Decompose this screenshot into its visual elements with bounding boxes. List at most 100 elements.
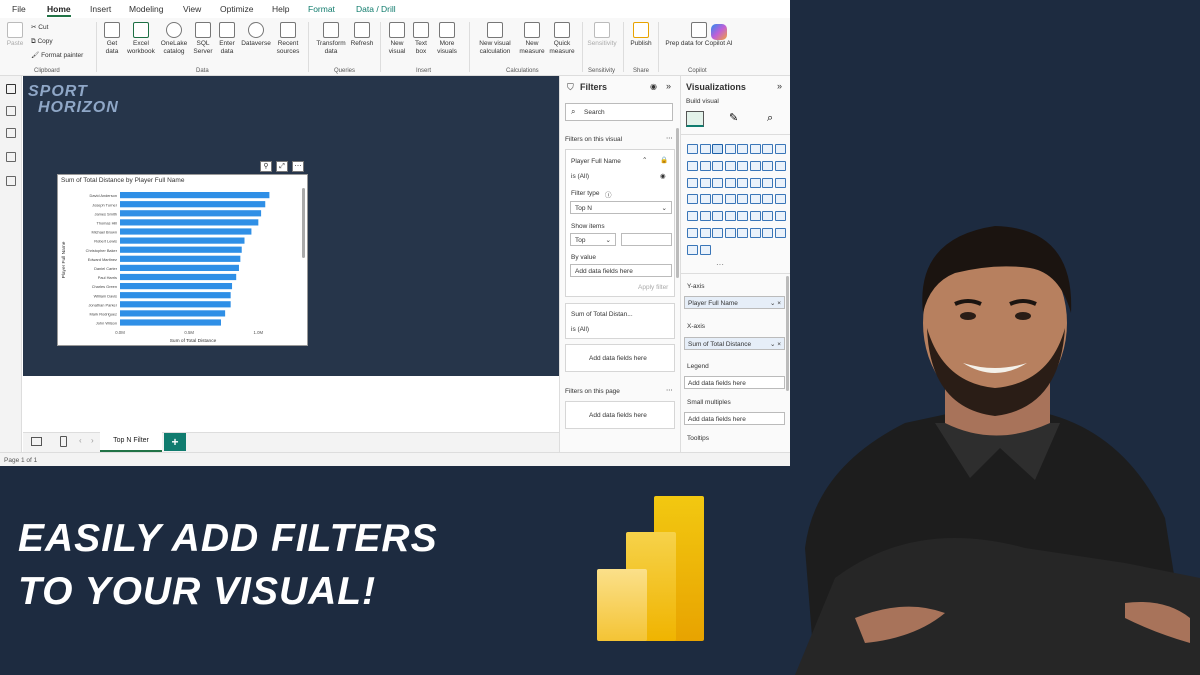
desktop-layout-icon[interactable] — [31, 437, 42, 446]
visual-type-icon[interactable] — [774, 160, 786, 171]
viz-scrollbar[interactable] — [786, 276, 789, 391]
visual-type-icon[interactable] — [687, 244, 698, 255]
visual-type-icon[interactable] — [724, 228, 736, 238]
visual-type-icon[interactable] — [774, 211, 786, 222]
visual-type-icon[interactable] — [774, 194, 786, 205]
recent-sources-button[interactable]: Recent sources — [273, 22, 303, 55]
menu-format[interactable]: Format — [308, 4, 335, 14]
analytics-tab-icon[interactable]: ⌕ — [767, 111, 781, 125]
visual-type-icon[interactable] — [749, 228, 761, 238]
visual-type-icon[interactable] — [724, 160, 736, 171]
visual-type-icon[interactable] — [687, 160, 698, 171]
refresh-button[interactable]: Refresh — [349, 22, 375, 48]
copilot-icon[interactable] — [711, 24, 727, 40]
visual-type-icon[interactable] — [774, 177, 786, 188]
mobile-layout-icon[interactable] — [60, 436, 67, 447]
menu-help[interactable]: Help — [272, 4, 289, 14]
new-visual-button[interactable]: New visual — [384, 22, 410, 55]
visual-type-icon[interactable] — [737, 160, 748, 171]
model-view-icon[interactable] — [6, 128, 16, 138]
menu-home[interactable]: Home — [47, 4, 71, 17]
bar[interactable] — [120, 228, 252, 235]
menu-insert[interactable]: Insert — [90, 4, 111, 14]
more-options-icon[interactable]: ⋯ — [666, 386, 673, 394]
filters-search-input[interactable]: ⌕ Search — [565, 103, 673, 121]
apply-filter-button[interactable]: Apply filter — [638, 284, 668, 291]
chevron-right-icon[interactable]: › — [91, 436, 94, 445]
chevron-left-icon[interactable]: ‹ — [79, 436, 82, 445]
visual-type-icon[interactable] — [749, 177, 761, 188]
menu-view[interactable]: View — [183, 4, 201, 14]
filter-icon[interactable]: ⚲ — [260, 161, 272, 172]
visual-type-icon[interactable] — [712, 194, 723, 205]
visual-type-icon[interactable] — [712, 177, 723, 188]
menu-file[interactable]: File — [12, 4, 26, 14]
copy-button[interactable]: ⧉ Copy — [31, 38, 53, 46]
visual-type-icon[interactable] — [762, 194, 773, 205]
visual-type-icon[interactable] — [699, 228, 711, 238]
menu-optimize[interactable]: Optimize — [220, 4, 254, 14]
tab-top-n-filter[interactable]: Top N Filter — [100, 432, 162, 452]
visual-type-icon[interactable] — [687, 228, 698, 238]
visual-type-icon[interactable] — [699, 211, 711, 222]
visual-type-icon[interactable] — [712, 160, 723, 171]
dax-query-icon[interactable] — [6, 152, 16, 162]
small-multiples-well[interactable]: Add data fields here — [684, 412, 785, 425]
transform-data-button[interactable]: Transform data — [313, 22, 349, 55]
add-page-button[interactable]: + — [164, 433, 186, 451]
bar[interactable] — [120, 210, 262, 217]
x-axis-well[interactable]: Sum of Total Distance ⌄ × — [684, 337, 785, 350]
build-visual-tab-icon[interactable] — [686, 111, 704, 127]
more-options-icon[interactable]: ⋯ — [666, 134, 673, 142]
get-data-button[interactable]: Get data — [100, 22, 124, 55]
paste-button[interactable]: Paste — [4, 22, 26, 48]
visual-scrollbar[interactable] — [302, 188, 305, 258]
visual-type-icon[interactable] — [737, 194, 748, 205]
bar[interactable] — [120, 310, 226, 317]
visual-type-icon[interactable] — [762, 160, 773, 171]
visual-type-icon[interactable] — [687, 194, 698, 205]
visual-type-icon[interactable] — [737, 144, 748, 154]
visual-type-icon[interactable] — [724, 177, 736, 188]
visual-type-icon[interactable] — [762, 177, 773, 188]
excel-workbook-button[interactable]: Excel workbook — [124, 22, 158, 55]
new-measure-button[interactable]: New measure — [517, 22, 547, 55]
visual-type-icon[interactable] — [687, 211, 698, 222]
visual-type-icon[interactable] — [749, 144, 761, 154]
visual-type-icon[interactable] — [687, 144, 698, 154]
visual-type-icon[interactable] — [762, 144, 773, 154]
visual-type-icon[interactable] — [724, 211, 736, 222]
eye-icon[interactable]: ◉ — [660, 172, 666, 180]
focus-mode-icon[interactable]: ⤢ — [276, 161, 288, 172]
collapse-icon[interactable]: » — [666, 81, 671, 91]
table-view-icon[interactable] — [6, 106, 16, 116]
format-visual-tab-icon[interactable]: ✎ — [729, 111, 743, 125]
visual-type-icon[interactable] — [699, 144, 711, 154]
quick-measure-button[interactable]: Quick measure — [547, 22, 577, 55]
player-filter-card[interactable]: Player Full Name ⌃ 🔒 is (All) ◉ Filter t… — [565, 149, 675, 297]
y-axis-well[interactable]: Player Full Name ⌄ × — [684, 296, 785, 309]
visual-type-icon[interactable] — [774, 144, 786, 154]
bar[interactable] — [120, 273, 237, 281]
visual-type-icon[interactable] — [712, 211, 723, 222]
visual-type-icon[interactable] — [737, 177, 748, 188]
show-items-select[interactable]: Top ⌄ — [570, 233, 616, 246]
visual-filter-dropzone[interactable]: Add data fields here — [565, 344, 675, 372]
sensitivity-button[interactable]: Sensitivity — [585, 22, 619, 48]
menu-data-drill[interactable]: Data / Drill — [356, 4, 396, 14]
visual-type-icon[interactable] — [687, 177, 698, 188]
dataverse-button[interactable]: Dataverse — [239, 22, 273, 48]
distance-filter-card[interactable]: Sum of Total Distan... is (All) — [565, 303, 675, 339]
bar[interactable] — [120, 237, 245, 244]
page-filter-dropzone[interactable]: Add data fields here — [565, 401, 675, 429]
visual-type-icon[interactable] — [749, 194, 761, 205]
text-box-button[interactable]: Text box — [410, 22, 432, 55]
show-items-count-input[interactable] — [621, 233, 672, 246]
onelake-catalog-button[interactable]: OneLake catalog — [158, 22, 190, 55]
visual-type-icon[interactable] — [699, 177, 711, 188]
visual-type-icon[interactable] — [699, 194, 711, 205]
visual-type-icon[interactable] — [724, 194, 736, 205]
bar[interactable] — [120, 246, 242, 253]
visual-type-icon[interactable] — [699, 244, 711, 255]
new-visual-calculation-button[interactable]: New visual calculation — [473, 22, 517, 55]
